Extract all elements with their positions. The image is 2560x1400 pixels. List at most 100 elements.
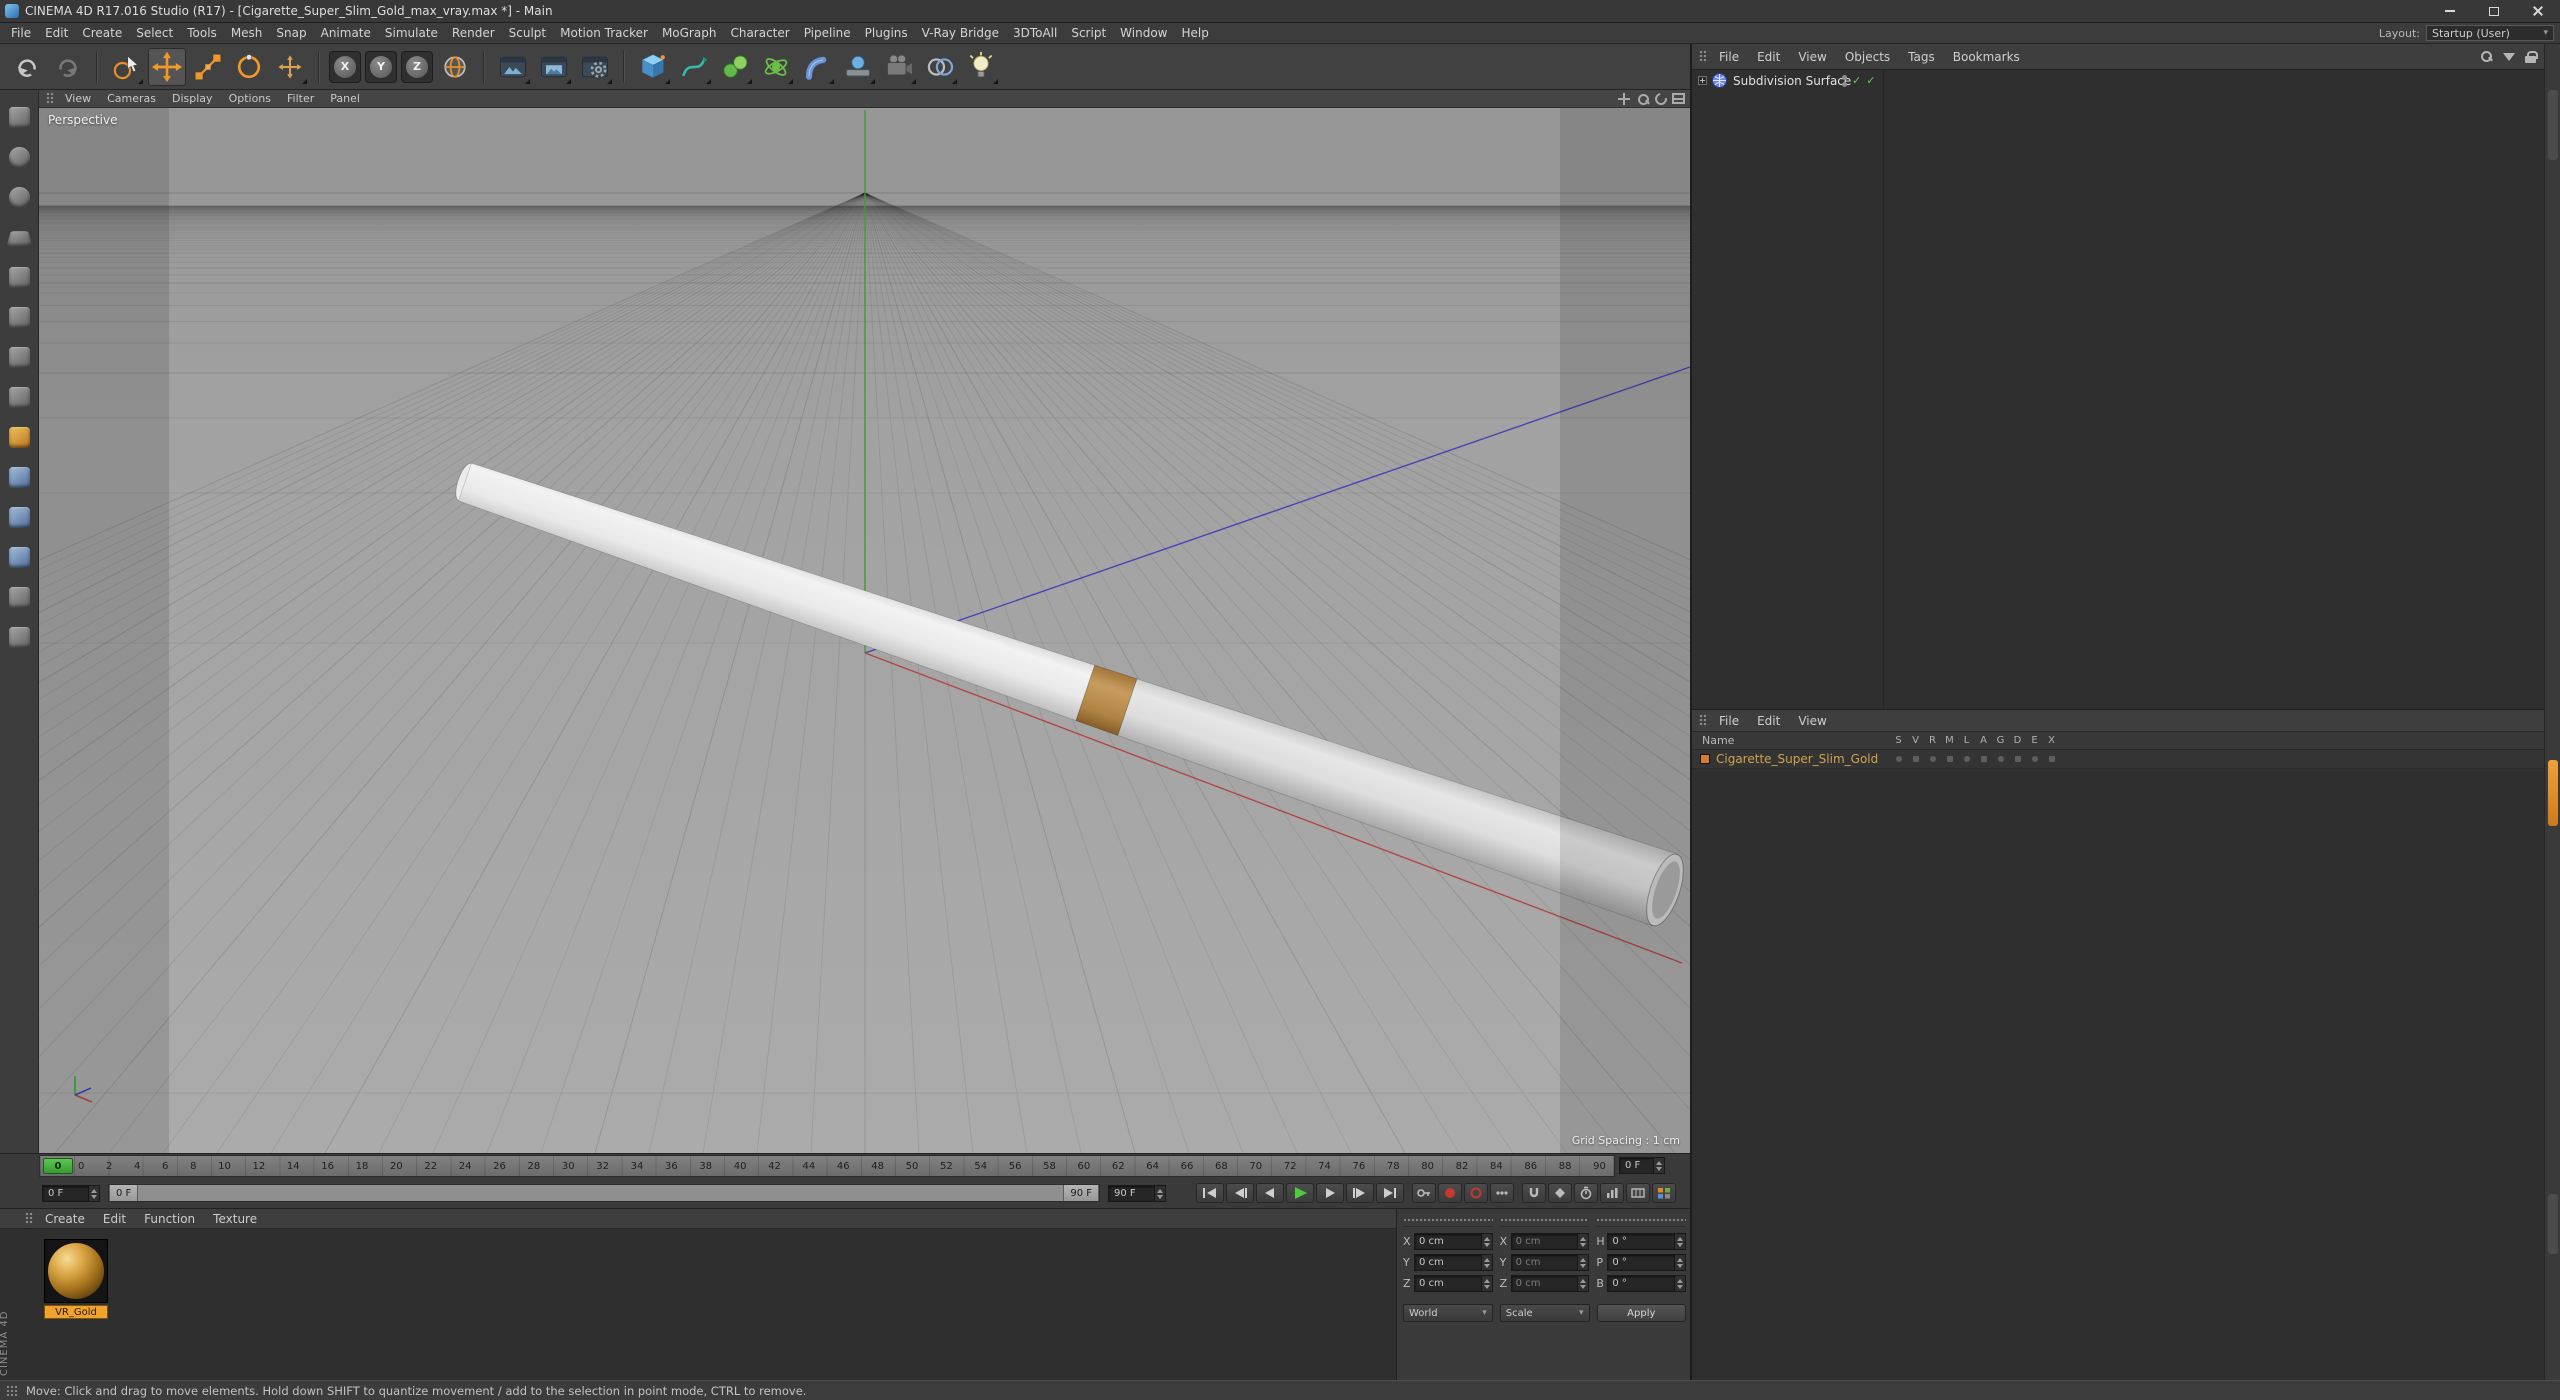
magnet-snap-icon[interactable]	[1522, 1183, 1546, 1203]
object-manager-menu-edit[interactable]: Edit	[1748, 50, 1789, 64]
live-selection-button[interactable]	[107, 48, 145, 86]
points-mode-icon[interactable]	[4, 262, 34, 292]
layer-toggle-s[interactable]	[1890, 756, 1907, 762]
vertical-tab[interactable]	[2548, 90, 2558, 160]
rotation-b-field[interactable]: 0 °	[1607, 1275, 1687, 1292]
autokeying-button[interactable]	[1438, 1183, 1462, 1203]
workplane-mode-icon[interactable]	[4, 222, 34, 252]
layer-column-x[interactable]: X	[2043, 735, 2060, 746]
deformer-button[interactable]	[798, 48, 836, 86]
layer-row[interactable]: Cigarette_Super_Slim_Gold	[1692, 750, 2560, 769]
record-ring-button[interactable]	[1464, 1183, 1488, 1203]
undo-button[interactable]	[8, 48, 46, 86]
spinner-icon[interactable]	[1674, 1234, 1686, 1249]
spinner-icon[interactable]	[1674, 1276, 1686, 1291]
layer-toggle-r[interactable]	[1924, 756, 1941, 762]
viewport-menu-options[interactable]: Options	[221, 92, 279, 105]
layer-column-d[interactable]: D	[2009, 735, 2026, 746]
zoom-view-icon[interactable]	[1636, 93, 1650, 105]
make-editable-icon[interactable]	[4, 102, 34, 132]
close-button[interactable]	[2516, 0, 2560, 22]
range-end-handle[interactable]: 90 F	[1063, 1185, 1099, 1201]
size-x-field[interactable]: 0 cm	[1510, 1233, 1590, 1250]
rotate-tool-button[interactable]	[230, 48, 268, 86]
menu-help[interactable]: Help	[1174, 26, 1215, 40]
bars-icon[interactable]	[1600, 1183, 1624, 1203]
key-icon[interactable]	[1548, 1183, 1572, 1203]
minimize-button[interactable]	[2428, 0, 2472, 22]
size-z-field[interactable]: 0 cm	[1510, 1275, 1590, 1292]
object-manager-menu-tags[interactable]: Tags	[1899, 50, 1944, 64]
menu-pipeline[interactable]: Pipeline	[797, 26, 858, 40]
layer-toggle-l[interactable]	[1958, 756, 1975, 762]
coordinate-mode-dropdown[interactable]: World ▾	[1403, 1304, 1493, 1322]
tweak-mode-icon[interactable]	[4, 382, 34, 412]
render-to-picture-viewer-button[interactable]	[535, 48, 573, 86]
menu-snap[interactable]: Snap	[269, 26, 313, 40]
menu-animate[interactable]: Animate	[314, 26, 378, 40]
scale-tool-button[interactable]	[189, 48, 227, 86]
next-key-button[interactable]	[1346, 1183, 1374, 1203]
menu-mesh[interactable]: Mesh	[224, 26, 270, 40]
object-manager-menu-objects[interactable]: Objects	[1836, 50, 1899, 64]
stopwatch-icon[interactable]	[1574, 1183, 1598, 1203]
menu-tools[interactable]: Tools	[180, 26, 224, 40]
lock-x-axis-button[interactable]: X	[329, 50, 361, 83]
position-x-field[interactable]: 0 cm	[1414, 1233, 1493, 1250]
instance-button[interactable]	[921, 48, 959, 86]
render-view-button[interactable]	[494, 48, 532, 86]
viewport-menu-cameras[interactable]: Cameras	[99, 92, 164, 105]
rotation-p-field[interactable]: 0 °	[1607, 1254, 1687, 1271]
menu-3dtoall[interactable]: 3DToAll	[1006, 26, 1064, 40]
layout-grid-icon[interactable]	[1652, 1183, 1676, 1203]
mograph-button[interactable]	[716, 48, 754, 86]
layer-column-l[interactable]: L	[1958, 735, 1975, 746]
camera-button[interactable]	[880, 48, 918, 86]
spinner-icon[interactable]	[1480, 1234, 1492, 1249]
size-mode-dropdown[interactable]: Scale ▾	[1499, 1304, 1590, 1322]
layers-vertical-tab[interactable]	[2548, 760, 2558, 826]
simulation-button[interactable]	[757, 48, 795, 86]
keyframe-selection-button[interactable]	[1490, 1183, 1514, 1203]
viewport-menu-filter[interactable]: Filter	[279, 92, 322, 105]
lock-icon[interactable]	[2525, 50, 2538, 63]
pan-view-icon[interactable]	[1617, 92, 1631, 105]
frame-number-field[interactable]: 0 F	[42, 1185, 100, 1202]
object-manager-tree[interactable]: Subdivision Surface ✓ ✓	[1692, 70, 2560, 710]
spinner-icon[interactable]	[1577, 1255, 1589, 1270]
edges-mode-icon[interactable]	[4, 302, 34, 332]
spline-pen-button[interactable]	[675, 48, 713, 86]
layer-manager-menu-view[interactable]: View	[1789, 714, 1835, 728]
material-menu-create[interactable]: Create	[36, 1212, 94, 1226]
go-to-start-button[interactable]	[1196, 1183, 1224, 1203]
spinner-icon[interactable]	[1653, 1158, 1664, 1173]
layer-color-chip[interactable]	[1700, 754, 1710, 764]
lock-y-axis-button[interactable]: Y	[365, 50, 397, 83]
menu-sculpt[interactable]: Sculpt	[502, 26, 553, 40]
range-start-handle[interactable]: 0 F	[109, 1185, 139, 1201]
menu-simulate[interactable]: Simulate	[378, 26, 445, 40]
menu-v-ray-bridge[interactable]: V-Ray Bridge	[915, 26, 1006, 40]
locked-workplane-icon[interactable]	[4, 582, 34, 612]
spinner-icon[interactable]	[1577, 1276, 1589, 1291]
menu-render[interactable]: Render	[445, 26, 502, 40]
object-manager-menu-file[interactable]: File	[1710, 50, 1748, 64]
spinner-icon[interactable]	[1577, 1234, 1589, 1249]
rotation-h-field[interactable]: 0 °	[1607, 1233, 1687, 1250]
previous-frame-button[interactable]	[1256, 1183, 1284, 1203]
layer-toggle-d[interactable]	[2009, 756, 2026, 762]
enable-snap-icon[interactable]	[4, 462, 34, 492]
menu-script[interactable]: Script	[1064, 26, 1113, 40]
expand-icon[interactable]	[1698, 76, 1707, 85]
layer-toggle-a[interactable]	[1975, 756, 1992, 762]
material-item[interactable]: VR_Gold	[44, 1239, 110, 1319]
panel-grip-icon[interactable]	[1699, 714, 1707, 727]
layer-toggle-m[interactable]	[1941, 756, 1958, 762]
view-label[interactable]: Perspective	[48, 113, 118, 127]
menu-select[interactable]: Select	[129, 26, 180, 40]
edit-render-settings-button[interactable]	[576, 48, 614, 86]
menu-window[interactable]: Window	[1113, 26, 1174, 40]
last-used-tool-button[interactable]	[271, 48, 309, 86]
menu-mograph[interactable]: MoGraph	[655, 26, 724, 40]
menu-character[interactable]: Character	[723, 26, 796, 40]
